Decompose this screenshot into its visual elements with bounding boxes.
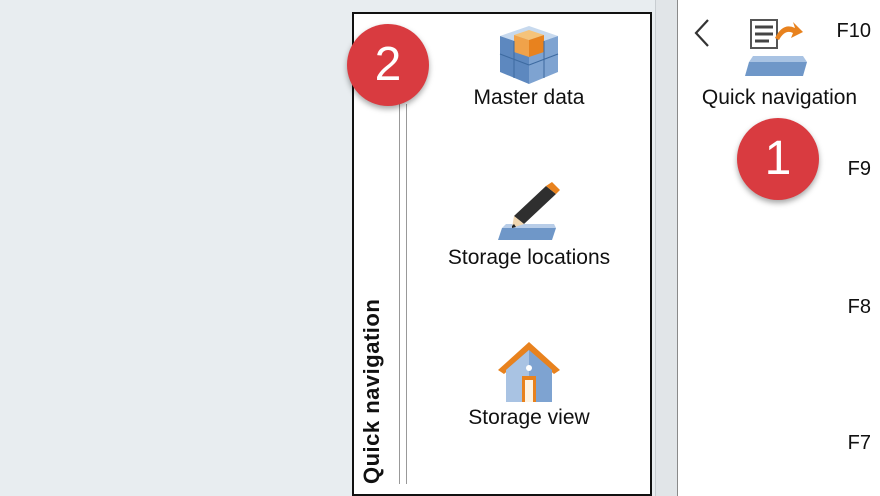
house-icon bbox=[498, 342, 560, 402]
fkey-code: F7 bbox=[847, 432, 871, 454]
nav-item-label: Storage view bbox=[468, 406, 590, 429]
fkey-code: F10 bbox=[836, 20, 871, 42]
pencil-edit-icon bbox=[498, 182, 560, 240]
function-key-column: F10 Quick navigation F9 F8 F7 bbox=[677, 0, 880, 496]
quick-navigation-icon bbox=[745, 19, 807, 76]
step-marker-1: 1 bbox=[737, 118, 819, 200]
fkey-code: F9 bbox=[847, 158, 871, 180]
nav-item-storage-locations[interactable]: Storage locations bbox=[414, 180, 644, 270]
nav-item-label: Storage locations bbox=[447, 246, 611, 269]
panel-title: Quick navigation bbox=[359, 298, 384, 484]
nav-item-storage-view[interactable]: Storage view bbox=[414, 340, 644, 430]
fkey-f8-button[interactable]: F8 bbox=[678, 276, 880, 414]
fkey-code: F8 bbox=[847, 296, 871, 318]
chevron-left-icon[interactable] bbox=[688, 16, 716, 50]
panel-divider bbox=[399, 104, 407, 484]
fkey-label: Quick navigation bbox=[701, 86, 858, 109]
nav-item-master-data[interactable]: Master data bbox=[414, 22, 644, 110]
cube-blocks-icon bbox=[499, 26, 559, 84]
vertical-scrollbar[interactable] bbox=[655, 0, 678, 496]
nav-item-label: Master data bbox=[473, 86, 585, 109]
step-marker-2: 2 bbox=[347, 24, 429, 106]
fkey-f7-button[interactable]: F7 bbox=[678, 412, 880, 496]
